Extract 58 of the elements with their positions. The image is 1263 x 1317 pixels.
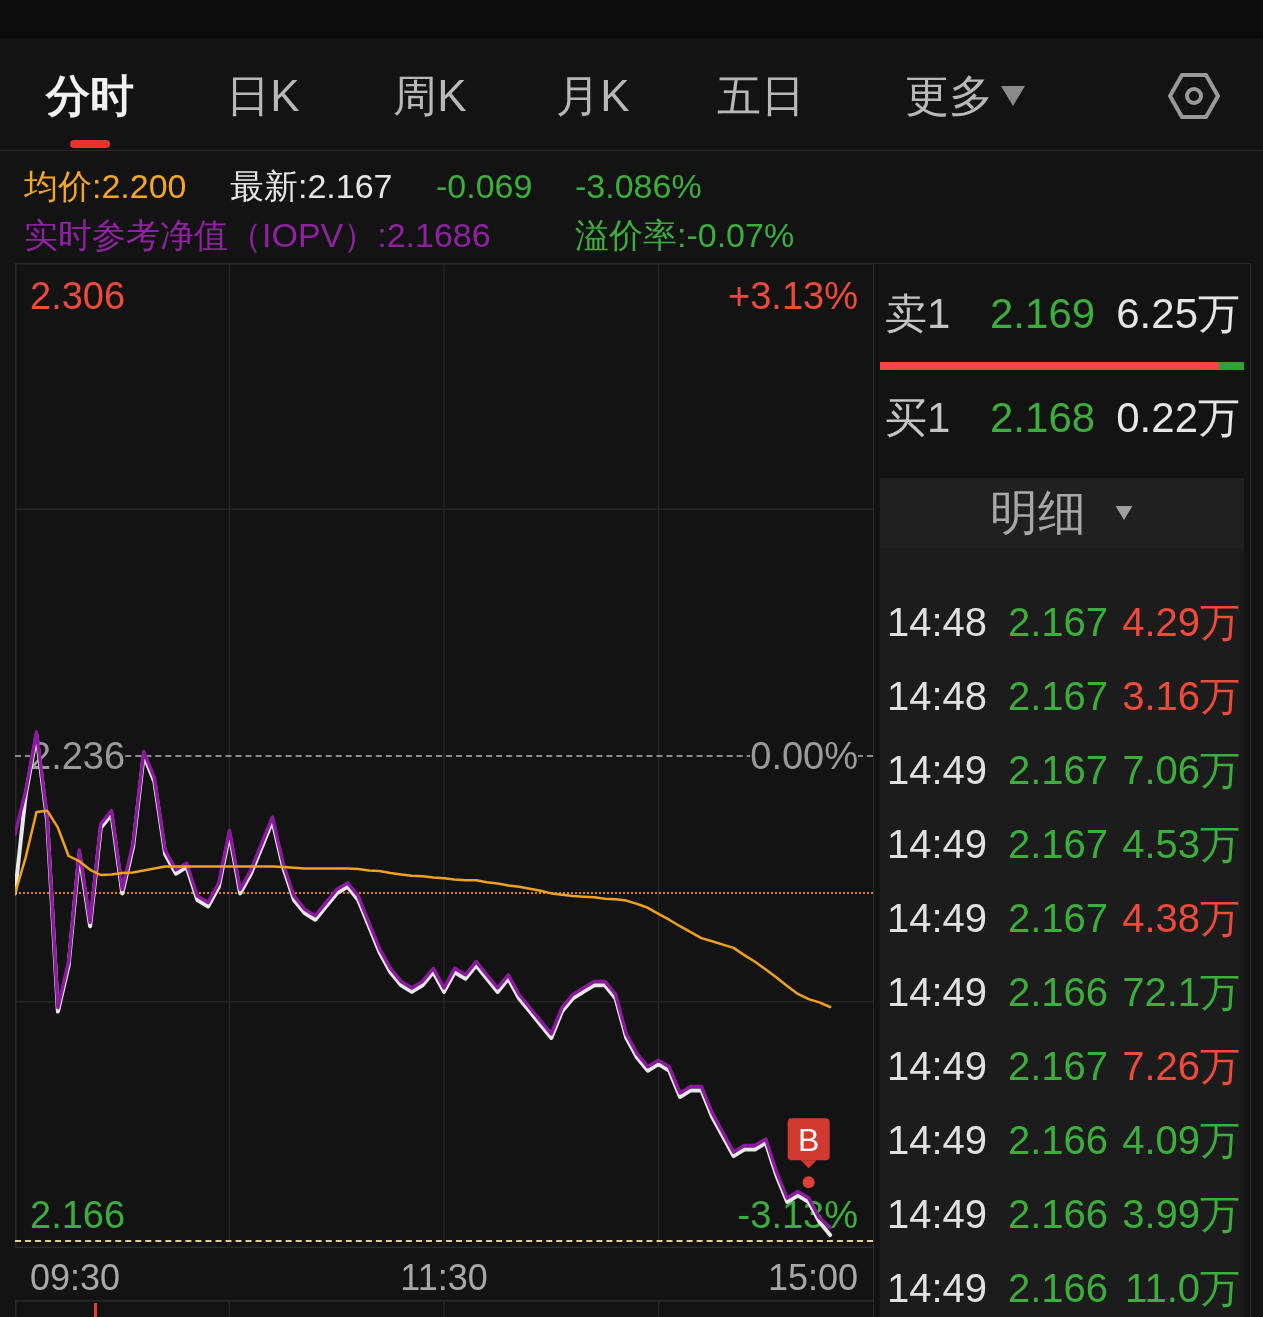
order-volume: 6.25万 — [1116, 293, 1240, 335]
trade-time: 14:49 — [887, 1046, 988, 1086]
trade-volume: 4.53万 — [1122, 824, 1240, 864]
tab[interactable]: 五日 — [676, 38, 846, 118]
trade-volume: 3.99万 — [1122, 1194, 1240, 1234]
trade-price: 2.167 — [1008, 750, 1109, 790]
trade-volume: 7.26万 — [1122, 1046, 1240, 1086]
trade-time: 14:48 — [887, 602, 988, 642]
trade-time: 14:49 — [887, 1268, 988, 1308]
trade-time: 14:49 — [887, 898, 988, 938]
trade-price: 2.166 — [1008, 1268, 1109, 1308]
percent-change: -3.086% — [575, 168, 702, 203]
price-change: -0.069 — [436, 168, 533, 203]
trade-volume: 72.1万 — [1122, 972, 1240, 1012]
tab[interactable]: 日K — [176, 38, 350, 118]
trade-time: 14:49 — [887, 972, 988, 1012]
trade-time: 14:49 — [887, 824, 988, 864]
trade-price: 2.167 — [1008, 1046, 1109, 1086]
trade-time: 14:48 — [887, 676, 988, 716]
tab[interactable]: 分时 — [4, 38, 176, 148]
time-axis-label: 09:30 — [30, 1260, 121, 1296]
trade-volume: 11.0万 — [1125, 1268, 1240, 1308]
trade-time: 14:49 — [887, 1194, 988, 1234]
annotation: B — [797, 1122, 820, 1159]
order-level-label: 卖1 — [885, 293, 951, 335]
average-price: 均价:2.200 — [24, 168, 187, 203]
tab[interactable]: 月K — [510, 38, 676, 118]
trade-price: 2.167 — [1008, 602, 1109, 642]
caret-icon — [1001, 86, 1025, 106]
trade-time: 14:49 — [887, 750, 988, 790]
trade-time: 14:49 — [887, 1120, 988, 1160]
volume-bar — [94, 1303, 97, 1317]
trade-price: 2.167 — [1008, 676, 1109, 716]
trade-price: 2.166 — [1008, 1120, 1109, 1160]
premium-rate: 溢价率:-0.07% — [575, 217, 795, 252]
order-level-label: 买1 — [885, 397, 951, 439]
detail-dropdown[interactable]: 明细 — [880, 478, 1244, 548]
tab[interactable]: 更多 — [846, 38, 1084, 118]
trade-price: 2.167 — [1008, 898, 1109, 938]
trade-price: 2.166 — [1008, 1194, 1109, 1234]
time-axis-label: 15:00 — [767, 1260, 858, 1296]
dot-icon — [802, 1176, 815, 1189]
trade-price: 2.166 — [1008, 972, 1109, 1012]
order-price: 2.168 — [990, 397, 1096, 439]
order-price: 2.169 — [990, 293, 1096, 335]
trade-volume: 4.09万 — [1122, 1120, 1240, 1160]
order-volume: 0.22万 — [1116, 397, 1240, 439]
latest-price: 最新:2.167 — [230, 168, 393, 203]
selected-tab-indicator — [70, 140, 110, 148]
trade-volume: 3.16万 — [1122, 676, 1240, 716]
time-axis-label: 11:30 — [400, 1260, 488, 1296]
iopv-value: 实时参考净值（IOPV）:2.1686 — [24, 217, 491, 252]
tab[interactable]: 周K — [350, 38, 510, 118]
caret-icon — [1114, 506, 1134, 520]
trade-price: 2.167 — [1008, 824, 1109, 864]
trade-volume: 7.06万 — [1122, 750, 1240, 790]
trade-volume: 4.38万 — [1122, 898, 1240, 938]
trade-volume: 4.29万 — [1122, 602, 1240, 642]
